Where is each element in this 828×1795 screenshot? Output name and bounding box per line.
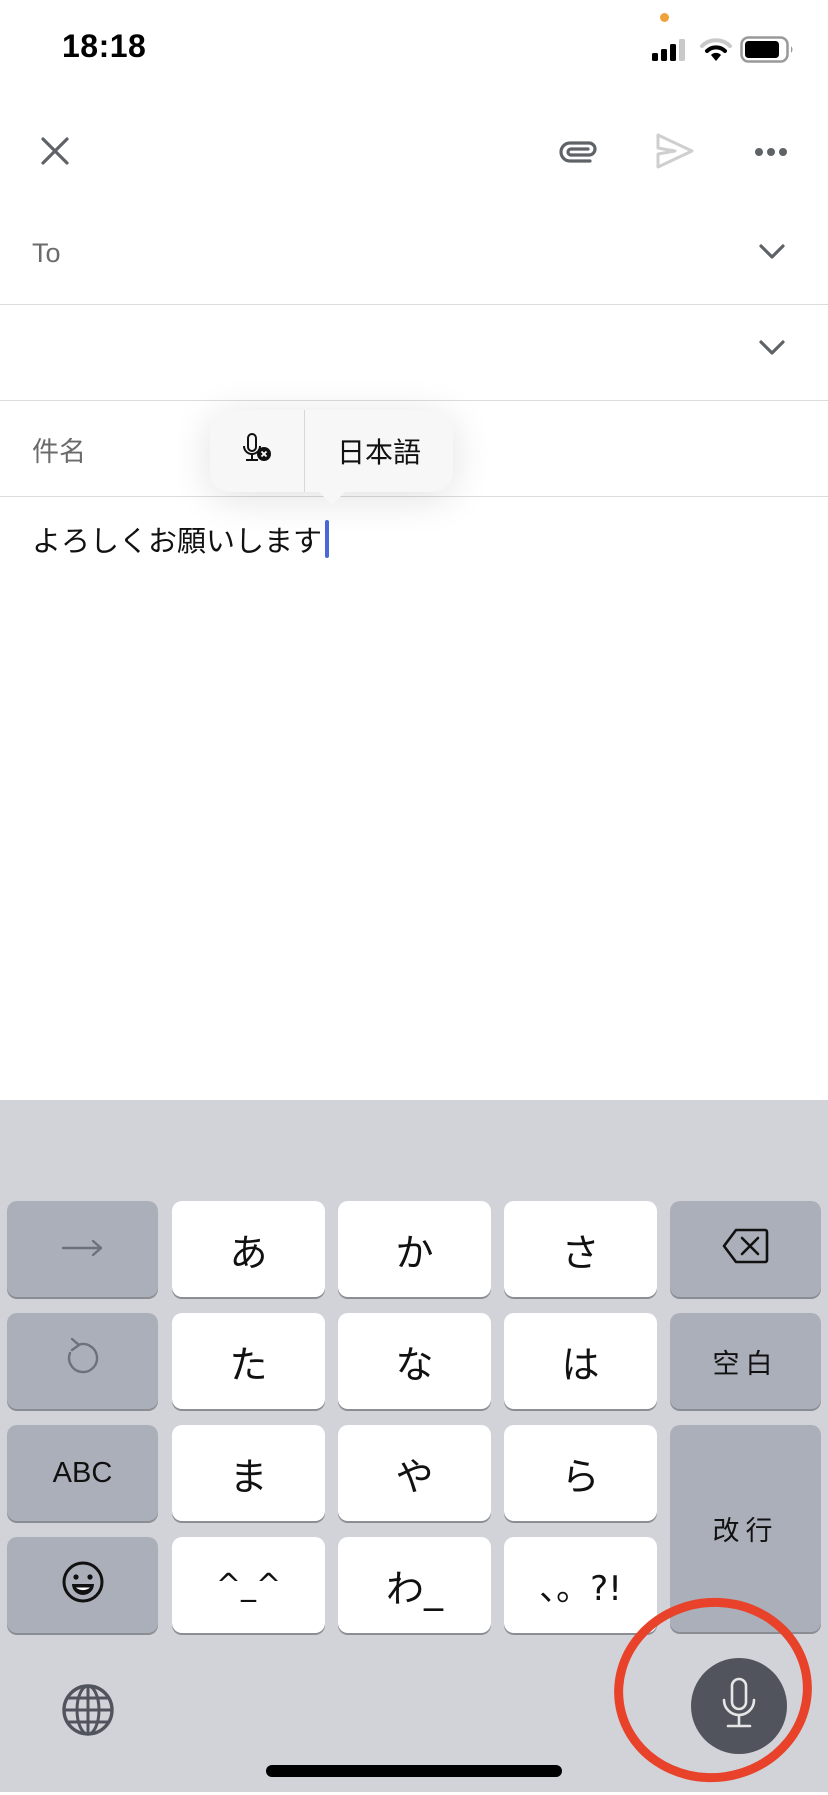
mic-cancel-icon bbox=[241, 432, 273, 471]
body-editor[interactable] bbox=[0, 498, 828, 1098]
divider bbox=[0, 304, 828, 305]
send-icon bbox=[655, 132, 695, 175]
backspace-icon bbox=[722, 1227, 770, 1272]
send-button[interactable] bbox=[650, 128, 700, 178]
key-na[interactable]: な bbox=[338, 1313, 491, 1409]
expand-cc-button[interactable] bbox=[750, 332, 794, 368]
expand-recipients-button[interactable] bbox=[750, 236, 794, 272]
wifi-icon bbox=[700, 38, 732, 67]
key-next-candidate[interactable] bbox=[7, 1201, 158, 1297]
home-indicator[interactable] bbox=[266, 1765, 562, 1777]
stop-dictation-button[interactable] bbox=[210, 410, 305, 492]
key-ta[interactable]: た bbox=[172, 1313, 325, 1409]
key-delete[interactable] bbox=[670, 1201, 821, 1297]
status-time: 18:18 bbox=[62, 28, 147, 64]
dictation-popover: 日本語 bbox=[210, 410, 453, 492]
more-icon bbox=[754, 144, 788, 162]
body-text: よろしくお願いします bbox=[32, 524, 323, 558]
dictation-language-button[interactable]: 日本語 bbox=[305, 410, 453, 492]
more-options-button[interactable] bbox=[746, 128, 796, 178]
divider bbox=[0, 400, 828, 401]
key-abc[interactable]: ABC bbox=[7, 1425, 158, 1521]
chevron-down-icon bbox=[758, 339, 786, 362]
key-emoji[interactable] bbox=[7, 1537, 158, 1633]
text-cursor bbox=[325, 520, 330, 558]
arrow-right-icon bbox=[61, 1234, 105, 1265]
globe-icon bbox=[61, 1683, 115, 1742]
key-ma[interactable]: ま bbox=[172, 1425, 325, 1521]
key-ka[interactable]: か bbox=[338, 1201, 491, 1297]
chevron-down-icon bbox=[758, 243, 786, 266]
globe-button[interactable] bbox=[56, 1680, 120, 1744]
close-icon bbox=[39, 135, 71, 172]
key-punctuation[interactable]: 、。?! bbox=[504, 1537, 657, 1633]
body-text-line: よろしくお願いします bbox=[32, 518, 330, 560]
key-sa[interactable]: さ bbox=[504, 1201, 657, 1297]
divider bbox=[0, 496, 828, 497]
key-wa[interactable]: わ_ bbox=[338, 1537, 491, 1633]
popover-tail bbox=[318, 491, 346, 505]
key-kaomoji[interactable]: ^_^ bbox=[172, 1537, 325, 1633]
close-button[interactable] bbox=[30, 128, 80, 178]
key-ha[interactable]: は bbox=[504, 1313, 657, 1409]
to-input[interactable] bbox=[40, 200, 740, 300]
key-ra[interactable]: ら bbox=[504, 1425, 657, 1521]
key-undo[interactable] bbox=[7, 1313, 158, 1409]
paperclip-icon bbox=[558, 137, 600, 170]
privacy-indicator bbox=[660, 13, 669, 22]
key-ya[interactable]: や bbox=[338, 1425, 491, 1521]
cc-bcc-row[interactable] bbox=[0, 306, 740, 398]
key-a[interactable]: あ bbox=[172, 1201, 325, 1297]
attach-button[interactable] bbox=[554, 130, 604, 176]
signal-icon bbox=[652, 38, 686, 67]
key-space[interactable]: 空白 bbox=[670, 1313, 821, 1409]
emoji-icon bbox=[61, 1560, 105, 1611]
battery-icon bbox=[740, 36, 796, 69]
undo-icon bbox=[63, 1337, 103, 1386]
